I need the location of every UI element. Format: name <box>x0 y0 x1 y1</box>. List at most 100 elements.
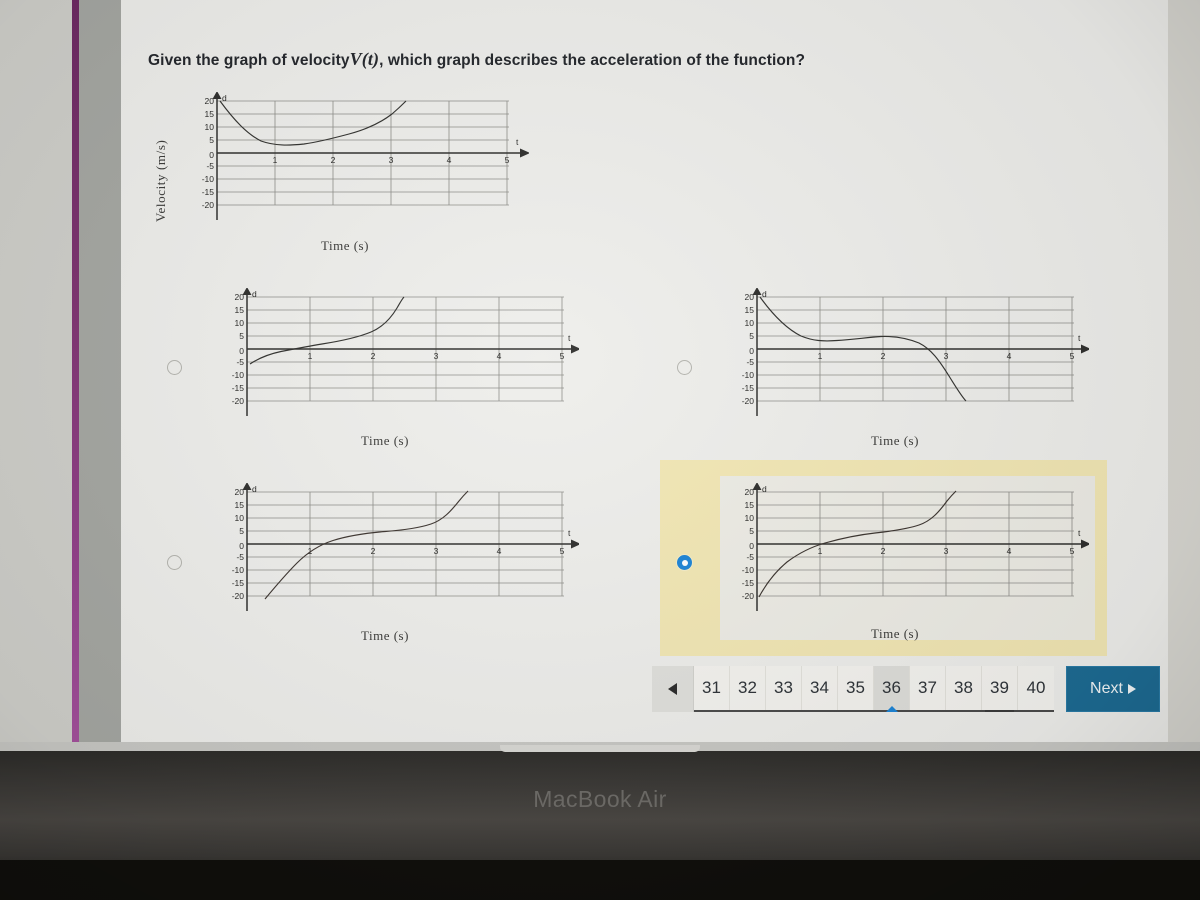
svg-text:-10: -10 <box>232 370 245 380</box>
svg-text:-10: -10 <box>742 370 755 380</box>
svg-text:4: 4 <box>447 155 452 165</box>
page-31[interactable]: 31 <box>694 666 730 710</box>
option-a-x-axis-label: Time (s) <box>361 433 409 448</box>
reference-curve <box>219 100 407 146</box>
page-36-current[interactable]: 36 <box>874 666 910 710</box>
screen-left-margin <box>0 0 72 742</box>
next-button[interactable]: Next <box>1066 666 1160 712</box>
page-32[interactable]: 32 <box>730 666 766 710</box>
laptop-screen: Given the graph of velocityV(t), which g… <box>0 0 1200 742</box>
svg-text:5: 5 <box>1070 546 1075 556</box>
option-b-radio[interactable] <box>677 360 692 375</box>
svg-text:5: 5 <box>239 526 244 536</box>
option-c-plot-svg: 201510 50-5 -10-15-20 123 45 d t <box>232 483 579 611</box>
next-button-label: Next <box>1090 680 1123 697</box>
svg-text:-10: -10 <box>742 565 755 575</box>
option-d-plot[interactable]: 20 15 10 5 0 -5 -10 -15 -20 1 2 3 4 5 d t <box>729 483 1089 613</box>
option-a-y-arrow-label: d <box>252 289 257 299</box>
option-b-x-axis-label: Time (s) <box>871 433 919 448</box>
page-40[interactable]: 40 <box>1018 666 1054 710</box>
option-c-radio[interactable] <box>167 555 182 570</box>
svg-text:1: 1 <box>818 351 823 361</box>
svg-text:-20: -20 <box>742 591 755 601</box>
option-a[interactable]: 20 15 10 5 0 -5 -10 -15 -20 123 45 d t Time (s <box>161 288 579 448</box>
svg-text:2: 2 <box>331 155 336 165</box>
page-38[interactable]: 38 <box>946 666 982 710</box>
option-d[interactable]: 20 15 10 5 0 -5 -10 -15 -20 123 45 d t Time (s <box>671 483 1089 641</box>
reference-plot: 20 15 10 5 0 -5 -10 -15 -20 1 2 3 4 5 d … <box>189 92 529 222</box>
laptop-bottom-shadow <box>0 860 1200 900</box>
svg-text:-5: -5 <box>236 552 244 562</box>
option-c-y-arrow-label: d <box>252 484 257 494</box>
svg-text:5: 5 <box>1070 351 1075 361</box>
page-37[interactable]: 37 <box>910 666 946 710</box>
chevron-left-icon <box>668 683 677 695</box>
svg-text:5: 5 <box>560 546 565 556</box>
option-b-plot[interactable]: 20 15 10 5 0 -5 -10 -15 -20 1 2 3 4 5 d t <box>729 288 1089 418</box>
svg-text:-15: -15 <box>742 578 755 588</box>
svg-text:1: 1 <box>273 155 278 165</box>
svg-text:4: 4 <box>1007 351 1012 361</box>
svg-text:15: 15 <box>235 305 245 315</box>
svg-text:4: 4 <box>497 351 502 361</box>
svg-text:20: 20 <box>205 96 215 106</box>
svg-text:2: 2 <box>881 546 886 556</box>
svg-text:3: 3 <box>944 351 949 361</box>
purple-accent-stripe <box>72 0 79 742</box>
option-d-x-arrow-label: t <box>1078 528 1081 538</box>
svg-text:-5: -5 <box>236 357 244 367</box>
pagination-prev-button[interactable] <box>652 666 694 712</box>
svg-text:1: 1 <box>818 546 823 556</box>
svg-text:10: 10 <box>745 513 755 523</box>
chevron-right-icon <box>1127 684 1136 694</box>
option-b-x-arrow-label: t <box>1078 333 1081 343</box>
svg-text:10: 10 <box>235 513 245 523</box>
svg-text:-20: -20 <box>232 396 245 406</box>
page-34[interactable]: 34 <box>802 666 838 710</box>
option-a-radio[interactable] <box>167 360 182 375</box>
svg-text:15: 15 <box>745 500 755 510</box>
laptop-brand-label: MacBook Air <box>533 786 667 812</box>
svg-text:15: 15 <box>235 500 245 510</box>
svg-text:10: 10 <box>235 318 245 328</box>
svg-text:5: 5 <box>505 155 510 165</box>
reference-graph: Velocity (m/s) 20 15 10 5 0 -5 -10 -15 -… <box>141 92 529 253</box>
pagination-numbers: 31 32 33 34 35 36 37 38 39 40 <box>694 666 1054 712</box>
svg-text:3: 3 <box>434 546 439 556</box>
svg-text:3: 3 <box>434 351 439 361</box>
option-a-plot[interactable]: 20 15 10 5 0 -5 -10 -15 -20 1 2 3 4 5 d t <box>219 288 579 418</box>
svg-text:10: 10 <box>205 122 215 132</box>
option-c-x-axis-label: Time (s) <box>361 628 409 643</box>
pagination: 31 32 33 34 35 36 37 38 39 40 Next <box>652 666 1160 712</box>
question-variable: V(t) <box>349 49 380 69</box>
laptop-hinge-notch <box>500 745 700 752</box>
option-b[interactable]: 20 15 10 5 0 -5 -10 -15 -20 123 45 d t Time (s <box>671 288 1089 448</box>
svg-text:3: 3 <box>944 546 949 556</box>
page-33[interactable]: 33 <box>766 666 802 710</box>
svg-text:0: 0 <box>239 541 244 551</box>
svg-text:2: 2 <box>881 351 886 361</box>
option-b-plot-svg: 20 15 10 5 0-5 -10 -15 -20 1 2 3 4 5 d t <box>742 288 1089 416</box>
svg-text:-5: -5 <box>206 161 214 171</box>
svg-text:-20: -20 <box>202 200 215 210</box>
option-c-plot[interactable]: 20 15 10 5 0 -5 -10 -15 -20 123 45 d t <box>219 483 579 613</box>
page-39[interactable]: 39 <box>982 666 1018 712</box>
option-d-radio[interactable] <box>677 555 692 570</box>
page-35[interactable]: 35 <box>838 666 874 710</box>
svg-text:15: 15 <box>205 109 215 119</box>
svg-text:-5: -5 <box>746 552 754 562</box>
reference-y-arrow-label: d <box>222 93 227 103</box>
question-text: Given the graph of velocityV(t), which g… <box>148 49 1108 70</box>
svg-text:-5: -5 <box>746 357 754 367</box>
option-c[interactable]: 20 15 10 5 0 -5 -10 -15 -20 123 45 d t Time (s <box>161 483 579 643</box>
svg-text:2: 2 <box>371 546 376 556</box>
svg-text:0: 0 <box>749 346 754 356</box>
question-prefix: Given the graph of velocity <box>148 52 350 69</box>
svg-text:5: 5 <box>749 526 754 536</box>
reference-x-axis-label: Time (s) <box>321 238 369 253</box>
option-d-plot-svg: 20 15 10 5 0-5 -10 -15 -20 1 2 3 4 5 d t <box>742 483 1089 611</box>
browser-left-rail <box>79 0 121 742</box>
svg-text:-15: -15 <box>202 187 215 197</box>
quiz-page: Given the graph of velocityV(t), which g… <box>121 0 1168 742</box>
svg-text:5: 5 <box>749 331 754 341</box>
